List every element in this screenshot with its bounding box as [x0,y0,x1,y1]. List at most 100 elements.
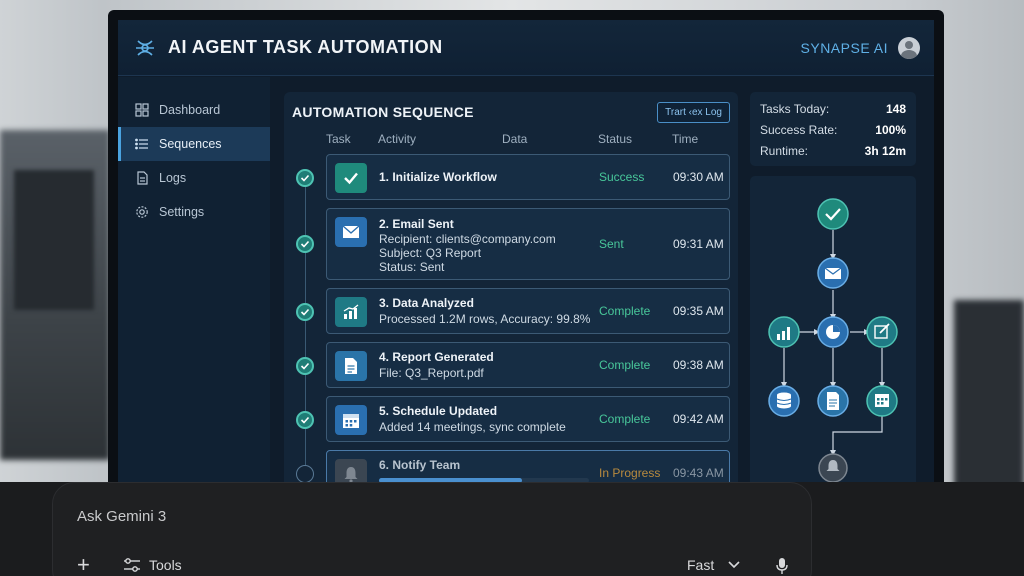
sequence-step[interactable]: 3. Data Analyzed Processed 1.2M rows, Ac… [296,288,730,334]
step-time: 09:31 AM [673,237,724,251]
checkmark-icon [335,163,367,193]
app-title: AI AGENT TASK AUTOMATION [168,37,443,57]
flow-node-bell [818,453,848,483]
sidebar-item-label: Dashboard [159,103,221,117]
brand-name: SYNAPSE AI [800,39,888,56]
step-done-icon [296,303,314,321]
step-detail: File: Q3_Report.pdf [379,366,484,380]
sidebar: Dashboard Sequences Logs Settings [118,77,270,500]
log-button[interactable]: Trart ‹ex Log [657,101,730,123]
sequence-step[interactable]: 2. Email Sent Recipient: clients@company… [296,208,730,280]
sequence-step[interactable]: 1. Initialize Workflow Success 09:30 AM [296,154,730,200]
column-header-activity: Activity [378,132,417,146]
step-detail: Added 14 meetings, sync complete [379,420,566,434]
dashboard-grid-icon [134,102,150,118]
neural-network-icon [136,39,154,56]
column-header-data: Data [502,132,528,146]
mode-label: Fast [687,557,715,573]
step-detail: Recipient: clients@company.com [379,232,556,246]
step-status: In Progress [599,466,661,480]
automation-sequence-panel: AUTOMATION SEQUENCE Trart ‹ex Log Task A… [284,92,738,500]
flow-node-check [817,198,849,230]
sidebar-item-label: Logs [159,171,187,185]
tools-label: Tools [149,557,182,573]
flow-node-edit [866,316,898,348]
step-time: 09:42 AM [673,412,724,426]
step-title: 4. Report Generated [379,350,494,364]
plus-icon[interactable]: + [77,554,90,576]
chart-icon [335,297,367,327]
app-screen: AI AGENT TASK AUTOMATION SYNAPSE AI Dash… [118,20,934,500]
step-status: Complete [599,358,651,372]
step-status: Complete [599,412,651,426]
column-header-time: Time [672,132,699,146]
flow-node-email [817,257,849,289]
step-time: 09:43 AM [673,466,724,480]
stat-tasks-today: Tasks Today: 148 [760,98,906,119]
stat-value: 148 [885,101,906,116]
step-title: 6. Notify Team [379,458,461,472]
sidebar-item-logs[interactable]: Logs [118,161,270,195]
step-title: 2. Email Sent [379,217,454,231]
stat-value: 3h 12m [864,143,906,158]
sequence-step[interactable]: 4. Report Generated File: Q3_Report.pdf … [296,342,730,388]
file-icon [335,351,367,381]
step-detail: Status: Sent [379,260,445,274]
step-pending-icon [296,465,314,483]
step-time: 09:38 AM [673,358,724,372]
stat-label: Success Rate: [760,122,838,137]
background-blur-right [954,300,1024,500]
gemini-input-bar[interactable]: Ask Gemini 3 + Tools Fast [52,482,812,576]
monitor-frame: AI AGENT TASK AUTOMATION SYNAPSE AI Dash… [108,10,944,510]
step-done-icon [296,235,314,253]
document-icon [134,170,150,186]
sidebar-item-sequences[interactable]: Sequences [118,127,270,161]
step-status: Sent [599,237,624,251]
user-avatar-icon[interactable] [898,36,920,59]
step-time: 09:30 AM [673,170,724,184]
prompt-input[interactable]: Ask Gemini 3 [77,508,166,525]
stat-label: Tasks Today: [760,101,830,116]
flow-node-pie [817,316,849,348]
step-time: 09:35 AM [673,304,724,318]
workflow-diagram-panel [750,176,916,500]
step-title: 3. Data Analyzed [379,296,474,310]
column-header-status: Status [598,132,633,146]
flow-node-document [817,385,849,417]
panel-header: AUTOMATION SEQUENCE Trart ‹ex Log [292,96,730,128]
stats-panel: Tasks Today: 148 Success Rate: 100% Runt… [750,92,916,166]
step-status: Complete [599,304,651,318]
stat-success-rate: Success Rate: 100% [760,119,906,140]
step-title: 1. Initialize Workflow [379,170,497,184]
step-detail: Processed 1.2M rows, Accuracy: 99.8% [379,312,591,326]
panel-title: AUTOMATION SEQUENCE [292,104,474,120]
sidebar-item-dashboard[interactable]: Dashboard [118,93,270,127]
microphone-icon[interactable] [775,557,789,575]
calendar-icon [335,405,367,435]
stat-label: Runtime: [760,143,809,158]
step-detail: Subject: Q3 Report [379,246,482,260]
step-done-icon [296,357,314,375]
step-done-icon [296,169,314,187]
chevron-down-icon [728,561,740,569]
gemini-toolbar: + Tools Fast [53,554,811,576]
top-bar: AI AGENT TASK AUTOMATION SYNAPSE AI [118,20,934,76]
tools-button[interactable]: Tools [123,557,182,573]
column-header-task: Task [326,132,351,146]
mode-selector[interactable]: Fast [687,557,740,573]
sliders-icon [124,558,140,572]
sidebar-item-label: Settings [159,205,205,219]
sidebar-item-label: Sequences [159,137,222,151]
envelope-icon [335,217,367,247]
sidebar-item-settings[interactable]: Settings [118,195,270,229]
flow-node-calendar [866,385,898,417]
flow-node-database [768,385,800,417]
sequence-step[interactable]: 5. Schedule Updated Added 14 meetings, s… [296,396,730,442]
gear-icon [134,204,150,220]
stat-runtime: Runtime: 3h 12m [760,140,906,161]
flow-node-chart [768,316,800,348]
step-done-icon [296,411,314,429]
list-icon [134,136,150,152]
workflow-diagram [768,198,898,483]
background-monitor-left [14,170,94,310]
